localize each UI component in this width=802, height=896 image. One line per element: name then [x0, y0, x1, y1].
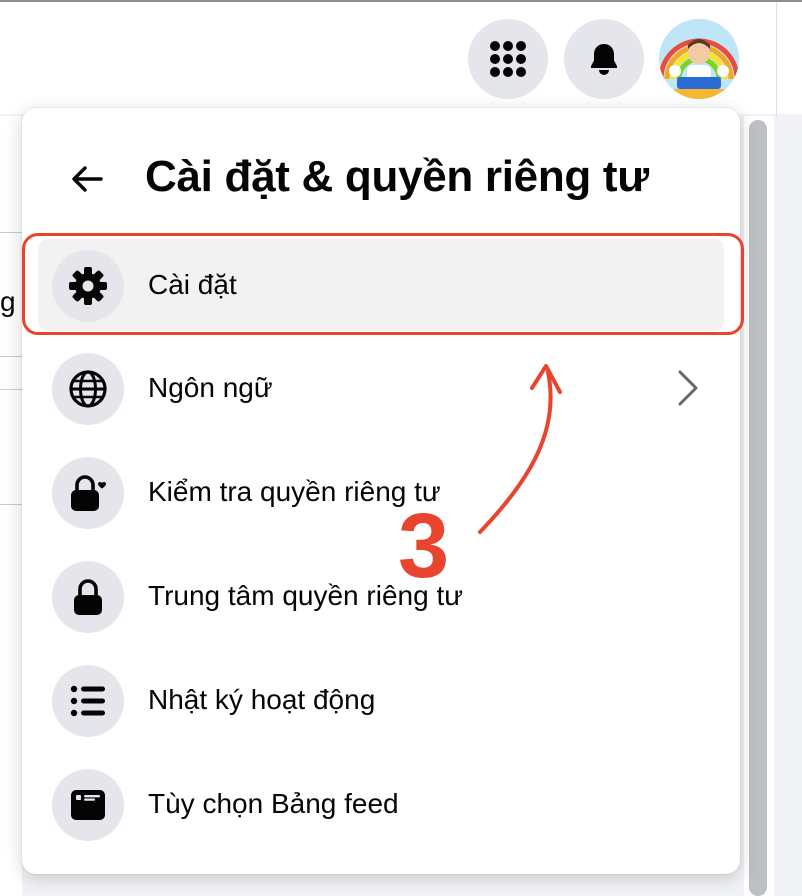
background-content — [0, 116, 22, 896]
avatar-image — [659, 19, 739, 99]
menu-item-activity-log[interactable]: Nhật ký hoạt động — [38, 654, 724, 746]
menu-item-icon-wrap — [52, 769, 124, 841]
lock-icon — [74, 579, 102, 615]
divider — [0, 232, 22, 233]
menu-item-label: Nhật ký hoạt động — [148, 684, 376, 715]
menu-item-language[interactable]: Ngôn ngữ — [38, 342, 724, 434]
feed-card-icon — [71, 790, 105, 820]
list-icon — [70, 685, 105, 717]
globe-icon — [69, 370, 107, 408]
menu-item-settings[interactable]: Cài đặt — [38, 239, 724, 331]
menu-item-icon-wrap — [52, 353, 124, 425]
menu-item-privacy-checkup[interactable]: Kiểm tra quyền riêng tư — [38, 446, 724, 538]
profile-avatar[interactable] — [659, 19, 739, 99]
menu-item-icon-wrap — [52, 250, 124, 322]
back-arrow-icon — [72, 166, 103, 192]
panel-header: Cài đặt & quyền riêng tư — [22, 144, 740, 214]
background-text-fragment: g — [0, 286, 16, 317]
chevron-right-icon — [678, 370, 698, 406]
menu-item-label: Cài đặt — [148, 269, 237, 300]
page-title: Cài đặt & quyền riêng tư — [145, 152, 649, 201]
menu-item-label: Tùy chọn Bảng feed — [148, 788, 399, 819]
back-button[interactable] — [52, 144, 122, 214]
menu-item-icon-wrap — [52, 665, 124, 737]
menu-item-feed-preferences[interactable]: Tùy chọn Bảng feed — [38, 758, 724, 850]
menu-item-privacy-center[interactable]: Trung tâm quyền riêng tư — [38, 550, 724, 642]
notifications-button[interactable] — [564, 19, 644, 99]
topbar-divider — [776, 2, 777, 116]
scrollbar-thumb[interactable] — [749, 120, 767, 896]
gear-icon — [69, 267, 107, 305]
divider — [0, 504, 22, 505]
menu-button[interactable] — [468, 19, 548, 99]
annotation-step-number: 3 — [398, 495, 450, 597]
divider — [0, 389, 22, 390]
menu-item-icon-wrap — [52, 561, 124, 633]
grid-dots-icon — [490, 41, 526, 77]
bell-icon — [591, 44, 617, 75]
divider — [0, 356, 22, 357]
settings-privacy-panel: Cài đặt & quyền riêng tư Cài đặt Ngôn ng… — [22, 108, 740, 874]
menu-item-label: Kiểm tra quyền riêng tư — [148, 476, 441, 507]
lock-heart-icon — [71, 475, 106, 511]
menu-item-icon-wrap — [52, 457, 124, 529]
top-bar — [0, 0, 802, 116]
menu-item-label: Ngôn ngữ — [148, 372, 273, 403]
